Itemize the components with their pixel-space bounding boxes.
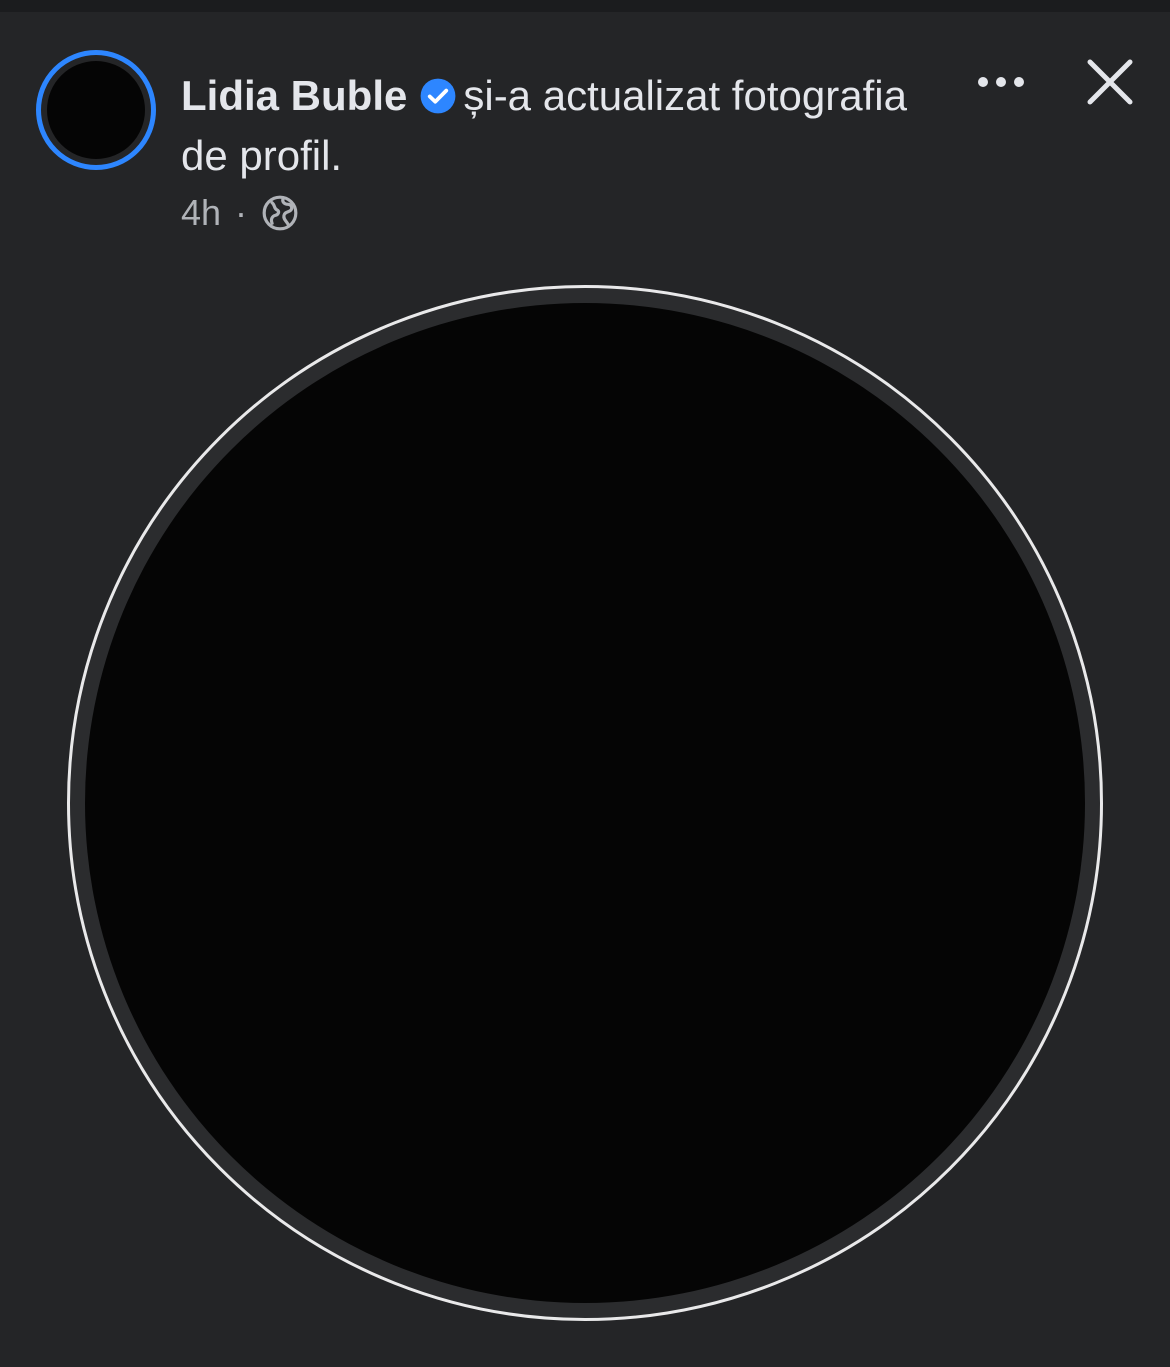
post-headline: Lidia Buble și-a actualizat fotografia d… — [181, 66, 941, 186]
post-time[interactable]: 4h — [181, 192, 221, 234]
profile-photo-frame[interactable] — [67, 285, 1103, 1321]
verified-badge-icon — [420, 78, 456, 114]
close-icon — [1087, 59, 1133, 105]
more-options-button[interactable] — [968, 58, 1034, 106]
author-avatar[interactable] — [36, 50, 156, 170]
author-name[interactable]: Lidia Buble — [181, 72, 407, 119]
profile-photo — [85, 303, 1085, 1303]
close-button[interactable] — [1080, 52, 1140, 112]
more-options-icon — [978, 77, 1024, 87]
globe-icon[interactable] — [261, 194, 299, 232]
meta-separator: · — [235, 192, 248, 233]
avatar-image — [47, 61, 145, 159]
top-divider — [0, 0, 1170, 12]
post-meta: 4h · — [181, 190, 299, 236]
